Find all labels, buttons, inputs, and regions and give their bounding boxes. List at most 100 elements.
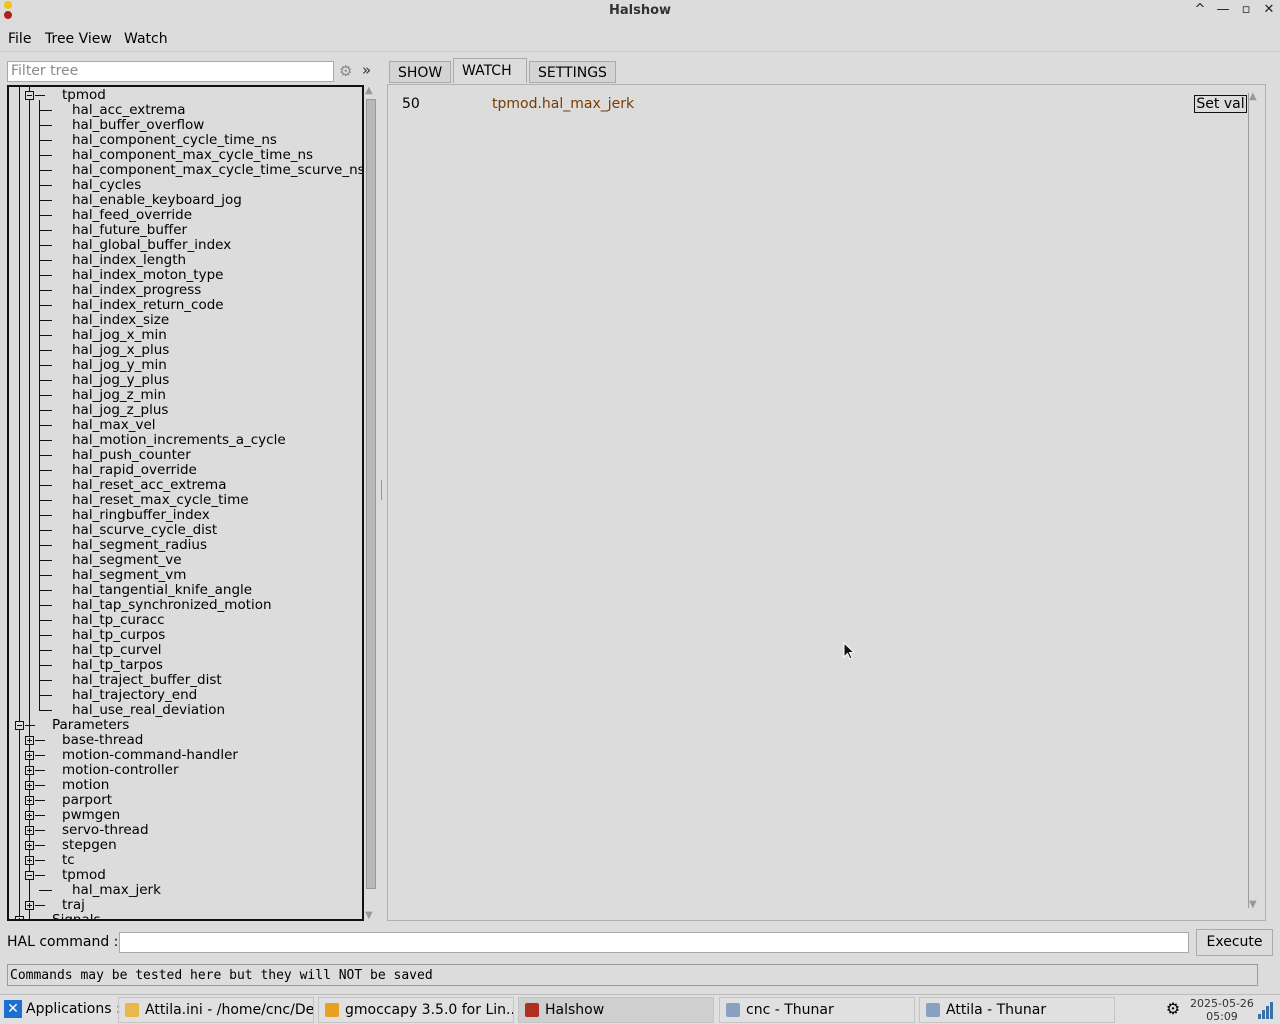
menu-tree-view[interactable]: Tree View xyxy=(45,31,112,47)
watch-pin-name[interactable]: tpmod.hal_max_jerk xyxy=(492,96,634,112)
scroll-thumb[interactable] xyxy=(366,99,376,889)
expand-icon[interactable] xyxy=(25,826,34,835)
tree-leaf-pin[interactable]: hal_index_return_code xyxy=(72,298,224,313)
menu-file[interactable]: File xyxy=(8,31,31,47)
tree-leaf-pin[interactable]: hal_jog_x_min xyxy=(72,328,167,343)
tree-node-tpmod-param[interactable]: tpmod xyxy=(62,868,106,883)
tree-leaf-pin[interactable]: hal_jog_z_plus xyxy=(72,403,168,418)
collapse-icon[interactable] xyxy=(15,721,24,730)
tree-leaf-pin[interactable]: hal_cycles xyxy=(72,178,141,193)
expand-icon[interactable] xyxy=(25,856,34,865)
gear-icon[interactable]: ⚙ xyxy=(339,62,352,80)
tree-leaf-pin[interactable]: hal_trajectory_end xyxy=(72,688,197,703)
expand-icon[interactable] xyxy=(25,811,34,820)
tree-leaf-pin[interactable]: hal_segment_ve xyxy=(72,553,182,568)
tree-leaf-pin[interactable]: hal_component_max_cycle_time_scurve_ns xyxy=(72,163,362,178)
network-icon[interactable] xyxy=(1258,1001,1276,1019)
applications-menu[interactable]: ✕ Applications : xyxy=(4,1000,121,1018)
scroll-up-icon[interactable]: ▲ xyxy=(1249,91,1257,102)
tree-leaf-pin[interactable]: hal_global_buffer_index xyxy=(72,238,231,253)
taskbar-task[interactable]: gmoccapy 3.5.0 for Lin... xyxy=(318,997,514,1023)
maximize-icon[interactable]: ^ xyxy=(1192,2,1208,18)
tree-node-parameter[interactable]: motion-controller xyxy=(62,763,179,778)
tree-leaf-pin[interactable]: hal_ringbuffer_index xyxy=(72,508,210,523)
tree-leaf-pin[interactable]: hal_tp_curacc xyxy=(72,613,165,628)
tree-leaf-pin[interactable]: hal_component_cycle_time_ns xyxy=(72,133,277,148)
hal-tree[interactable]: tpmod hal_acc_extrema hal_buffer_overflow h… xyxy=(7,85,364,921)
tree-leaf-pin[interactable]: hal_index_length xyxy=(72,253,186,268)
tree-leaf-pin[interactable]: hal_tp_curpos xyxy=(72,628,165,643)
tree-leaf-pin[interactable]: hal_max_vel xyxy=(72,418,156,433)
scroll-down-icon[interactable]: ▼ xyxy=(365,910,373,921)
tree-leaf-param[interactable]: hal_max_jerk xyxy=(72,883,161,898)
tree-node-parameter[interactable]: motion-command-handler xyxy=(62,748,238,763)
set-value-button[interactable]: Set val xyxy=(1194,95,1247,113)
tab-show[interactable]: SHOW xyxy=(389,61,451,83)
expand-icon[interactable] xyxy=(25,796,34,805)
tree-leaf-pin[interactable]: hal_acc_extrema xyxy=(72,103,186,118)
tree-leaf-pin[interactable]: hal_traject_buffer_dist xyxy=(72,673,222,688)
tree-node-signals[interactable]: Signals xyxy=(52,913,101,920)
tree-leaf-pin[interactable]: hal_jog_y_min xyxy=(72,358,167,373)
expand-icon[interactable] xyxy=(25,766,34,775)
tree-node-parameter[interactable]: stepgen xyxy=(62,838,117,853)
expand-icon[interactable] xyxy=(15,916,24,919)
scroll-down-icon[interactable]: ▼ xyxy=(1249,899,1257,910)
tree-leaf-pin[interactable]: hal_enable_keyboard_jog xyxy=(72,193,242,208)
taskbar-task[interactable]: Attila.ini - /home/cnc/De... xyxy=(118,997,314,1023)
taskbar-task[interactable]: cnc - Thunar xyxy=(719,997,915,1023)
menu-watch[interactable]: Watch xyxy=(124,31,168,47)
expand-icon[interactable] xyxy=(25,781,34,790)
collapse-icon[interactable] xyxy=(25,871,34,880)
panel-splitter[interactable] xyxy=(381,480,383,500)
tree-leaf-pin[interactable]: hal_tp_tarpos xyxy=(72,658,163,673)
tree-node-parameter[interactable]: motion xyxy=(62,778,109,793)
tree-node-parameter[interactable]: servo-thread xyxy=(62,823,149,838)
tree-leaf-pin[interactable]: hal_segment_radius xyxy=(72,538,207,553)
update-notifier-icon[interactable]: ⚙ xyxy=(1163,999,1183,1019)
tree-leaf-pin[interactable]: hal_tp_curvel xyxy=(72,643,162,658)
clock[interactable]: 2025-05-26 05:09 xyxy=(1190,997,1254,1023)
tree-leaf-pin[interactable]: hal_reset_max_cycle_time xyxy=(72,493,249,508)
execute-button[interactable]: Execute xyxy=(1196,929,1273,956)
close-icon[interactable]: ✕ xyxy=(1261,2,1277,18)
tree-node-traj[interactable]: traj xyxy=(62,898,85,913)
tree-leaf-pin[interactable]: hal_buffer_overflow xyxy=(72,118,204,133)
tree-leaf-pin[interactable]: hal_jog_z_min xyxy=(72,388,166,403)
taskbar-task[interactable]: Attila - Thunar xyxy=(919,997,1115,1023)
expand-panel-button[interactable]: » xyxy=(362,61,371,79)
tree-node-tpmod[interactable]: tpmod xyxy=(62,88,106,103)
tree-leaf-pin[interactable]: hal_segment_vm xyxy=(72,568,186,583)
tree-leaf-pin[interactable]: hal_index_size xyxy=(72,313,169,328)
tree-leaf-pin[interactable]: hal_rapid_override xyxy=(72,463,197,478)
expand-icon[interactable] xyxy=(25,736,34,745)
watch-scrollbar[interactable]: ▲ ▼ xyxy=(1248,91,1260,910)
tree-leaf-pin[interactable]: hal_jog_y_plus xyxy=(72,373,169,388)
tree-node-parameter[interactable]: base-thread xyxy=(62,733,143,748)
tree-node-parameter[interactable]: parport xyxy=(62,793,112,808)
expand-icon[interactable] xyxy=(25,841,34,850)
scroll-up-icon[interactable]: ▲ xyxy=(365,85,373,96)
tree-leaf-pin[interactable]: hal_jog_x_plus xyxy=(72,343,169,358)
minimize-icon[interactable]: — xyxy=(1215,2,1231,18)
tree-leaf-pin[interactable]: hal_tap_synchronized_motion xyxy=(72,598,272,613)
tree-leaf-pin[interactable]: hal_reset_acc_extrema xyxy=(72,478,226,493)
filter-tree-input[interactable]: Filter tree xyxy=(7,61,334,82)
tree-leaf-pin[interactable]: hal_motion_increments_a_cycle xyxy=(72,433,286,448)
expand-icon[interactable] xyxy=(25,751,34,760)
hal-command-input[interactable] xyxy=(119,932,1189,953)
expand-icon[interactable] xyxy=(25,901,34,910)
restore-icon[interactable]: ▫ xyxy=(1238,2,1254,18)
tab-watch[interactable]: WATCH xyxy=(453,58,527,83)
collapse-icon[interactable] xyxy=(25,91,34,100)
tree-leaf-pin[interactable]: hal_scurve_cycle_dist xyxy=(72,523,217,538)
tree-leaf-pin[interactable]: hal_index_moton_type xyxy=(72,268,223,283)
tree-leaf-pin[interactable]: hal_index_progress xyxy=(72,283,201,298)
tree-leaf-pin[interactable]: hal_push_counter xyxy=(72,448,191,463)
tree-leaf-pin[interactable]: hal_tangential_knife_angle xyxy=(72,583,252,598)
tree-node-parameters[interactable]: Parameters xyxy=(52,718,129,733)
tree-leaf-pin[interactable]: hal_future_buffer xyxy=(72,223,187,238)
tree-leaf-pin[interactable]: hal_component_max_cycle_time_ns xyxy=(72,148,313,163)
tree-leaf-pin[interactable]: hal_use_real_deviation xyxy=(72,703,225,718)
tab-settings[interactable]: SETTINGS xyxy=(529,61,616,83)
